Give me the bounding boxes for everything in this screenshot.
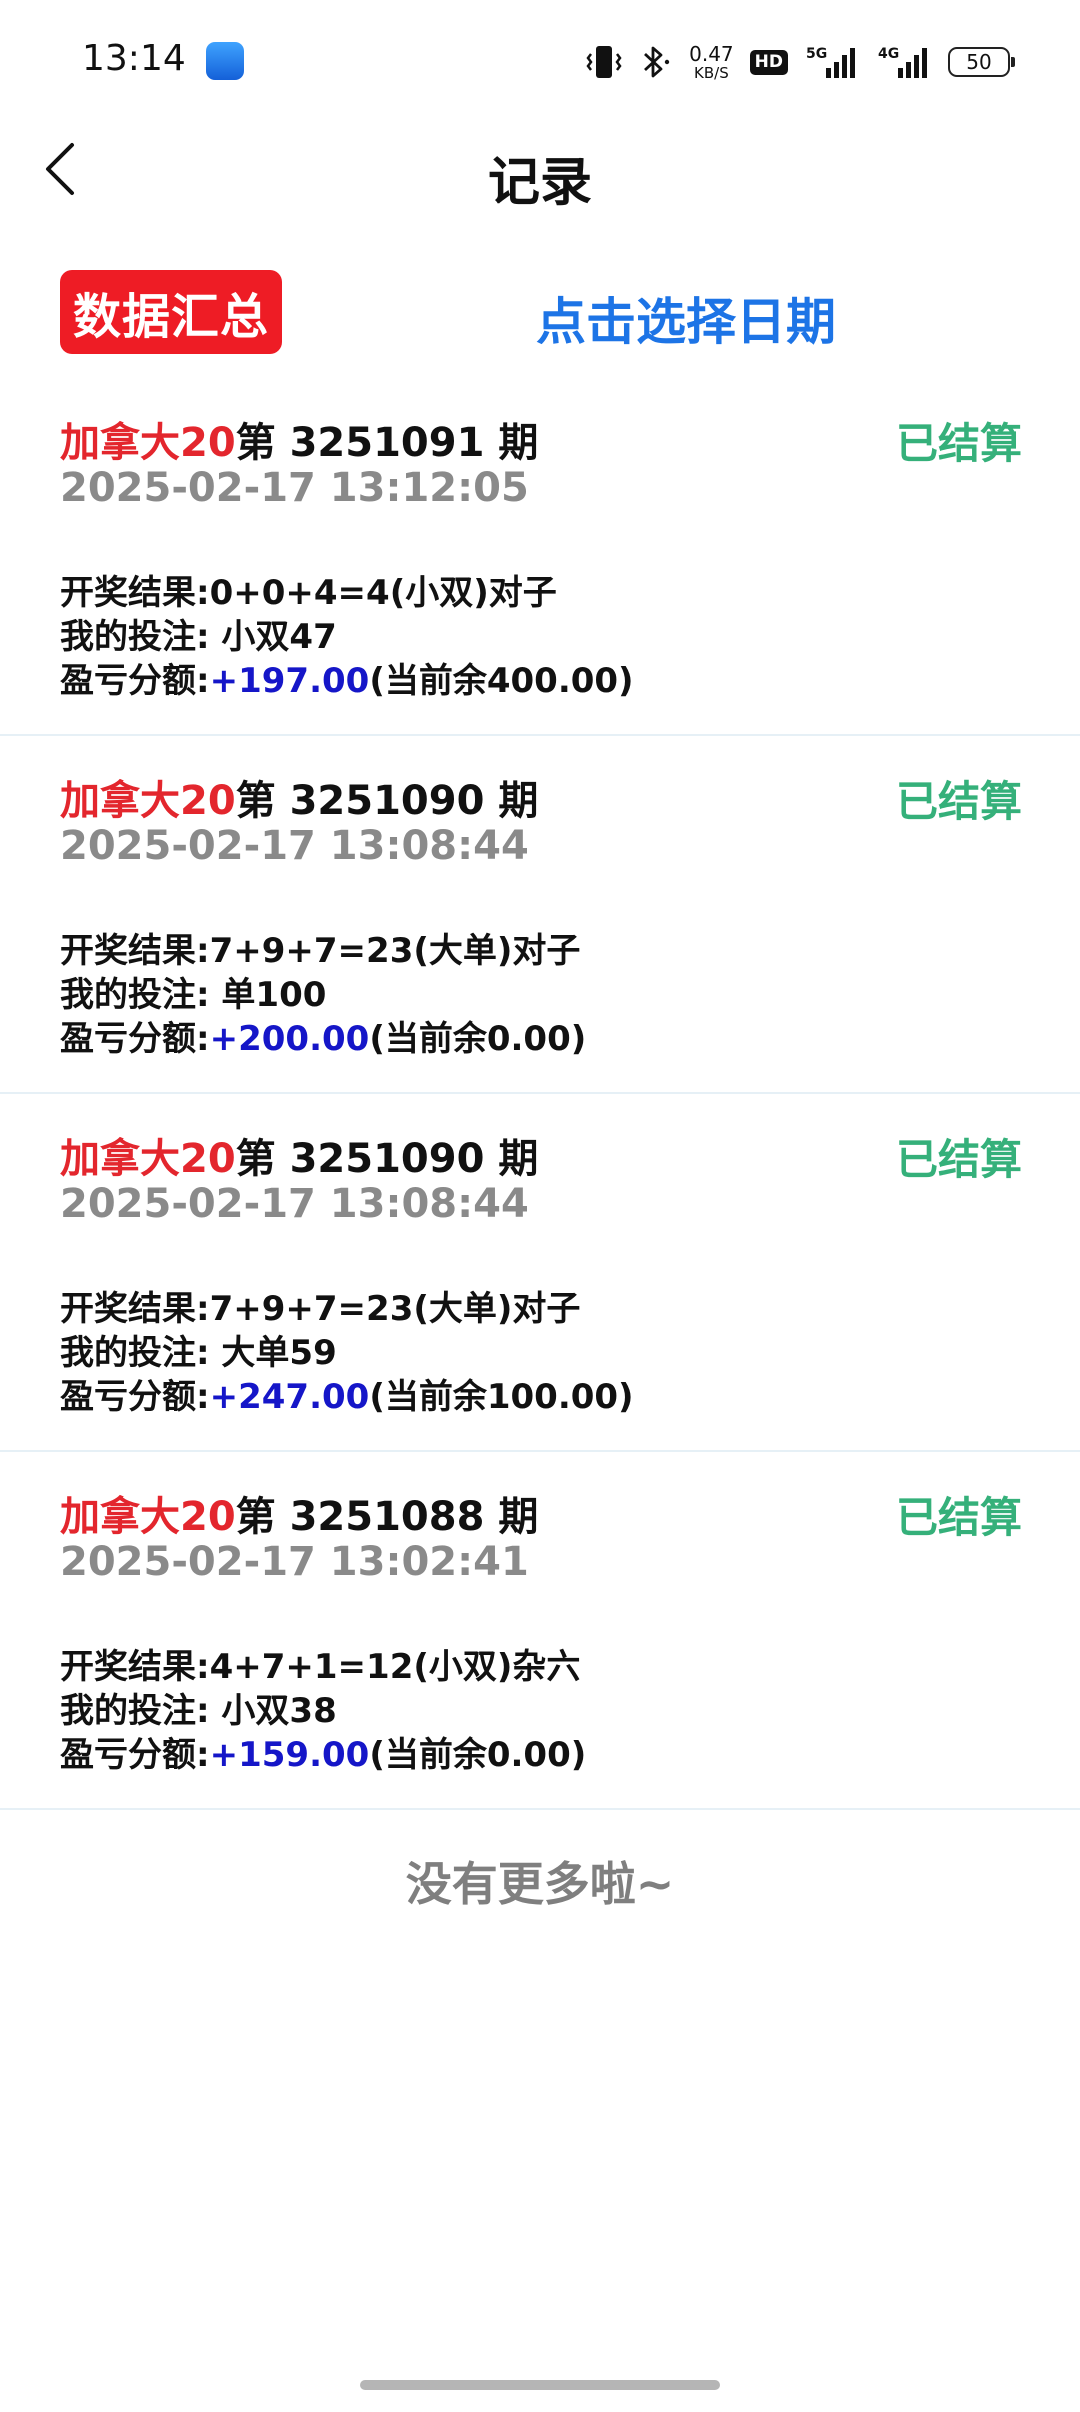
record-balance: (当前余400.00) — [369, 661, 634, 701]
record-item[interactable]: 加拿大20第 3251091 期 已结算 2025-02-17 13:12:05… — [0, 378, 1080, 736]
record-details: 开奖结果:0+0+4=4(小双)对子 我的投注: 小双47 盈亏分额:+197.… — [60, 571, 634, 703]
record-pl-label: 盈亏分额: — [60, 661, 210, 701]
no-more-text: 没有更多啦~ — [405, 1857, 675, 1911]
record-result: 开奖结果:7+9+7=23(大单)对子 — [60, 931, 581, 971]
record-bet: 我的投注: 单100 — [60, 975, 327, 1015]
record-bet: 我的投注: 小双47 — [60, 617, 337, 657]
record-period: 第 3251088 期 — [235, 1494, 539, 1540]
vibrate-icon — [586, 46, 622, 78]
record-profit-loss: 盈亏分额:+247.00(当前余100.00) — [60, 1375, 634, 1419]
record-profit-loss: 盈亏分额:+200.00(当前余0.00) — [60, 1017, 586, 1061]
record-pl-label: 盈亏分额: — [60, 1377, 210, 1417]
record-title: 加拿大20第 3251091 期 — [60, 410, 538, 468]
record-bet: 我的投注: 小双38 — [60, 1691, 337, 1731]
record-time: 2025-02-17 13:02:41 — [60, 1539, 529, 1585]
record-time: 2025-02-17 13:12:05 — [60, 465, 529, 511]
record-pl-amount: +159.00 — [209, 1735, 370, 1775]
record-period: 第 3251090 期 — [235, 1136, 539, 1182]
net-speed: 0.47 KB/S — [689, 44, 734, 81]
battery-level: 50 — [966, 50, 992, 74]
record-lottery: 加拿大20 — [60, 778, 236, 824]
record-profit-loss: 盈亏分额:+159.00(当前余0.00) — [60, 1733, 586, 1777]
record-details: 开奖结果:4+7+1=12(小双)杂六 我的投注: 小双38 盈亏分额:+159… — [60, 1645, 586, 1777]
record-profit-loss: 盈亏分额:+197.00(当前余400.00) — [60, 659, 634, 703]
net-speed-unit: KB/S — [694, 63, 729, 82]
toolbar: 数据汇总 点击选择日期 — [0, 268, 1080, 354]
record-item[interactable]: 加拿大20第 3251090 期 已结算 2025-02-17 13:08:44… — [0, 1094, 1080, 1452]
record-lottery: 加拿大20 — [60, 420, 236, 466]
record-period: 第 3251090 期 — [235, 778, 539, 824]
app-notification-icon — [206, 42, 244, 80]
bluetooth-icon — [644, 46, 670, 78]
record-title: 加拿大20第 3251090 期 — [60, 1126, 538, 1184]
svg-text:4G: 4G — [878, 46, 899, 62]
record-time: 2025-02-17 13:08:44 — [60, 823, 529, 869]
record-item[interactable]: 加拿大20第 3251088 期 已结算 2025-02-17 13:02:41… — [0, 1452, 1080, 1810]
record-result: 开奖结果:7+9+7=23(大单)对子 — [60, 1289, 581, 1329]
home-indicator[interactable] — [360, 2380, 720, 2390]
status-bar: 13:14 0.47 KB/S HD 5G 4G 50 — [0, 0, 1080, 120]
svg-text:5G: 5G — [806, 46, 827, 62]
record-pl-label: 盈亏分额: — [60, 1019, 210, 1059]
record-pl-amount: +200.00 — [209, 1019, 370, 1059]
data-summary-button[interactable]: 数据汇总 — [60, 270, 282, 354]
record-balance: (当前余100.00) — [369, 1377, 634, 1417]
record-bet: 我的投注: 大单59 — [60, 1333, 337, 1373]
signal-5g-icon: 5G — [806, 46, 855, 78]
record-details: 开奖结果:7+9+7=23(大单)对子 我的投注: 单100 盈亏分额:+200… — [60, 929, 586, 1061]
record-lottery: 加拿大20 — [60, 1136, 236, 1182]
nav-bar: 记录 — [0, 120, 1080, 220]
record-period: 第 3251091 期 — [235, 420, 539, 466]
record-title: 加拿大20第 3251088 期 — [60, 1484, 538, 1542]
records-list: 加拿大20第 3251091 期 已结算 2025-02-17 13:12:05… — [0, 378, 1080, 1810]
record-balance: (当前余0.00) — [369, 1019, 587, 1059]
record-balance: (当前余0.00) — [369, 1735, 587, 1775]
select-date-button[interactable]: 点击选择日期 — [536, 282, 836, 354]
status-time: 13:14 — [82, 38, 186, 79]
battery-icon: 50 — [948, 47, 1015, 77]
record-pl-amount: +247.00 — [209, 1377, 370, 1417]
signal-4g-icon: 4G — [878, 46, 927, 78]
record-item[interactable]: 加拿大20第 3251090 期 已结算 2025-02-17 13:08:44… — [0, 736, 1080, 1094]
status-icons: 0.47 KB/S HD 5G 4G 50 — [585, 40, 1015, 84]
record-status: 已结算 — [895, 1135, 1022, 1184]
record-lottery: 加拿大20 — [60, 1494, 236, 1540]
record-status: 已结算 — [895, 419, 1022, 468]
record-result: 开奖结果:4+7+1=12(小双)杂六 — [60, 1647, 581, 1687]
record-pl-label: 盈亏分额: — [60, 1735, 210, 1775]
record-pl-amount: +197.00 — [209, 661, 370, 701]
page-title: 记录 — [487, 153, 592, 213]
record-details: 开奖结果:7+9+7=23(大单)对子 我的投注: 大单59 盈亏分额:+247… — [60, 1287, 634, 1419]
record-status: 已结算 — [895, 777, 1022, 826]
record-result: 开奖结果:0+0+4=4(小双)对子 — [60, 573, 557, 613]
net-speed-value: 0.47 — [689, 41, 734, 66]
record-time: 2025-02-17 13:08:44 — [60, 1181, 529, 1227]
record-title: 加拿大20第 3251090 期 — [60, 768, 538, 826]
record-status: 已结算 — [895, 1493, 1022, 1542]
hd-voice-icon: HD — [749, 49, 788, 75]
